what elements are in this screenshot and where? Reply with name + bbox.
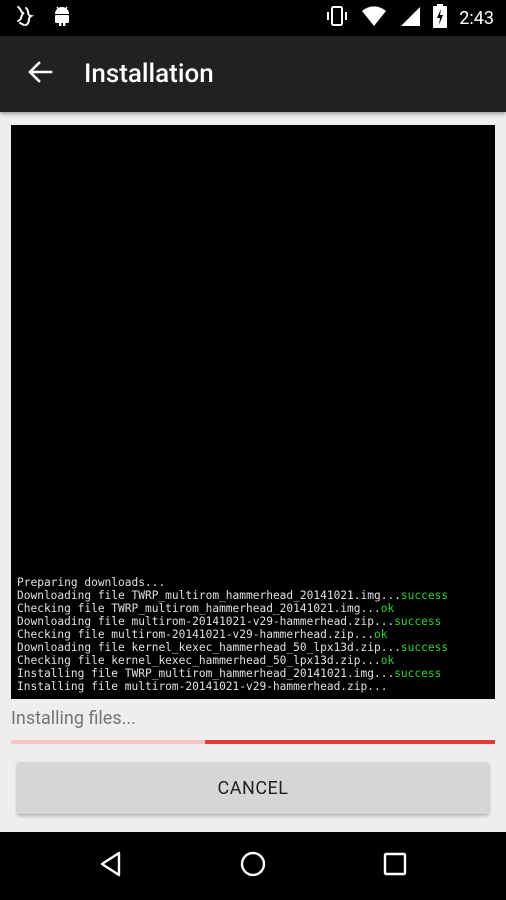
- vibrate-icon: [325, 5, 349, 31]
- log-line: Checking file multirom-20141021-v29-hamm…: [17, 628, 388, 641]
- signal-icon: [399, 5, 421, 31]
- back-button[interactable]: [12, 46, 68, 102]
- log-line: Checking file kernel_kexec_hammerhead_50…: [17, 654, 395, 667]
- log-line: Preparing downloads...: [17, 576, 166, 589]
- arrow-back-icon: [27, 60, 53, 88]
- progress-indicator: [204, 740, 495, 744]
- android-debug-icon: [52, 5, 72, 31]
- progress-bar: [11, 740, 495, 744]
- install-status-text: Installing files...: [11, 708, 136, 729]
- app-notification-icon: [14, 5, 38, 31]
- cancel-button[interactable]: CANCEL: [17, 762, 489, 814]
- nav-home-button[interactable]: [223, 836, 283, 896]
- nav-back-button[interactable]: [81, 836, 141, 896]
- status-bar: 2:43: [0, 0, 506, 36]
- log-line: Downloading file multirom-20141021-v29-h…: [17, 615, 442, 628]
- log-line: Downloading file kernel_kexec_hammerhead…: [17, 641, 449, 654]
- install-log-terminal[interactable]: Preparing downloads... Downloading file …: [11, 125, 495, 699]
- clock: 2:43: [459, 7, 494, 29]
- log-line: Downloading file TWRP_multirom_hammerhea…: [17, 589, 449, 602]
- navigation-bar: [0, 832, 506, 900]
- nav-recents-icon: [381, 850, 409, 882]
- page-title: Installation: [84, 59, 214, 89]
- nav-recents-button[interactable]: [365, 836, 425, 896]
- wifi-icon: [361, 5, 387, 31]
- app-bar: Installation: [0, 36, 506, 112]
- log-line: Installing file TWRP_multirom_hammerhead…: [17, 667, 442, 680]
- battery-charging-icon: [433, 4, 448, 32]
- nav-back-icon: [97, 850, 125, 882]
- log-line: Checking file TWRP_multirom_hammerhead_2…: [17, 602, 395, 615]
- nav-home-icon: [239, 850, 267, 882]
- log-line: Installing file multirom-20141021-v29-ha…: [17, 680, 388, 693]
